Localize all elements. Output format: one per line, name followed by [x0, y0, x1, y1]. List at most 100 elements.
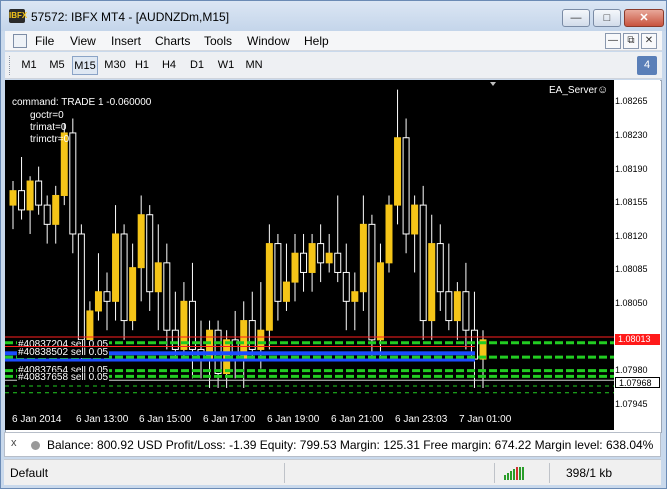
candle-body	[137, 214, 145, 269]
candle-body	[453, 291, 461, 322]
candle-body	[411, 204, 419, 235]
timeframe-mn[interactable]: MN	[242, 56, 266, 75]
timeframe-m5[interactable]: M5	[45, 56, 69, 75]
candle-body	[342, 271, 350, 302]
status-divider	[549, 463, 550, 483]
time-tick-label: 6 Jan 13:00	[76, 414, 129, 425]
maximize-button[interactable]: □	[593, 9, 621, 27]
status-bar: Default 398/1 kb	[4, 459, 661, 485]
notification-badge[interactable]: 4	[637, 56, 657, 75]
account-status-icon	[31, 441, 40, 450]
menu-view[interactable]: View	[70, 34, 96, 48]
candle-body	[18, 190, 26, 211]
candle-body	[163, 262, 171, 331]
candle-body	[334, 252, 342, 273]
menu-window[interactable]: Window	[247, 34, 290, 48]
chart-shift-marker	[490, 82, 496, 86]
price-tick-label: 1.08190	[615, 164, 648, 174]
menu-bar: File View Insert Charts Tools Window Hel…	[5, 31, 662, 51]
price-tick-label: 1.07980	[615, 365, 648, 375]
menu-tools[interactable]: Tools	[204, 34, 232, 48]
mdi-restore-button[interactable]: ⧉	[623, 33, 639, 49]
app-logo-icon: IBFX	[9, 9, 27, 23]
candle-body	[9, 190, 17, 206]
timeframe-toolbar: M1 M5 M15 M30 H1 H4 D1 W1 MN 4	[5, 52, 662, 79]
close-button[interactable]: ✕	[624, 9, 664, 27]
status-divider	[284, 463, 285, 483]
candle-body	[248, 320, 256, 350]
candle-body	[402, 137, 410, 235]
mdi-minimize-button[interactable]: —	[605, 33, 621, 49]
candle-body	[368, 223, 376, 341]
account-terminal-bar: x Balance: 800.92 USD Profit/Loss: -1.39…	[4, 432, 661, 457]
timeframe-d1[interactable]: D1	[186, 56, 208, 75]
ea-comment-line: command: TRADE 1 -0.060000	[12, 97, 152, 108]
candle-body	[325, 252, 333, 264]
menu-charts[interactable]: Charts	[155, 34, 190, 48]
candle-body	[43, 204, 51, 225]
minimize-button[interactable]: —	[562, 9, 590, 27]
chart-window-icon[interactable]	[13, 34, 27, 48]
candle-body	[120, 233, 128, 322]
price-tick-label: 1.08050	[615, 298, 648, 308]
time-tick-label: 6 Jan 17:00	[203, 414, 256, 425]
candle-body	[146, 214, 154, 293]
price-tick-label: 1.08120	[615, 231, 648, 241]
candlestick-chart[interactable]	[5, 80, 614, 412]
order-line-label[interactable]: #40837658 sell 0.05	[17, 372, 110, 383]
order-line-label[interactable]: #40838502 sell 0.05	[17, 347, 110, 358]
timeframe-w1[interactable]: W1	[214, 56, 238, 75]
toolbar-grip[interactable]	[9, 56, 12, 75]
candle-body	[445, 291, 453, 322]
candle-body	[86, 310, 94, 341]
price-tick-label: 1.08230	[615, 130, 648, 140]
menu-insert[interactable]: Insert	[111, 34, 141, 48]
candle-body	[462, 291, 470, 331]
candle-body	[274, 243, 282, 302]
order-line-label[interactable]: #40837204 sell 0.05	[17, 340, 110, 346]
time-tick-label: 6 Jan 2014	[12, 414, 62, 425]
menu-file[interactable]: File	[35, 34, 54, 48]
menu-help[interactable]: Help	[304, 34, 329, 48]
candle-body	[94, 291, 102, 312]
time-tick-label: 6 Jan 19:00	[267, 414, 320, 425]
candle-body	[35, 180, 43, 206]
candle-body	[351, 291, 359, 302]
timeframe-h4[interactable]: H4	[158, 56, 180, 75]
price-tick-label: 1.08155	[615, 197, 648, 207]
candle-body	[359, 223, 367, 293]
current-price-tag: 1.08013	[615, 334, 660, 345]
time-tick-label: 6 Jan 23:03	[395, 414, 448, 425]
status-divider	[494, 463, 495, 483]
price-tick-label: 1.07945	[615, 399, 648, 409]
timeframe-m15[interactable]: M15	[72, 56, 98, 75]
traffic-counter: 398/1 kb	[566, 466, 613, 480]
price-chart[interactable]	[5, 80, 614, 412]
price-tick-label: 1.08085	[615, 264, 648, 274]
expert-advisor-label[interactable]: EA_Server	[549, 85, 597, 96]
candle-body	[428, 243, 436, 322]
close-terminal-icon[interactable]: x	[11, 437, 17, 449]
candle-body	[376, 262, 384, 341]
candle-body	[291, 252, 299, 283]
time-tick-label: 6 Jan 21:00	[331, 414, 384, 425]
ask-price-tag: 1.07968	[615, 377, 660, 388]
candle-body	[154, 262, 162, 293]
candle-body	[26, 180, 34, 211]
mdi-close-button[interactable]: ✕	[641, 33, 657, 49]
connection-bars-icon	[504, 466, 530, 480]
timeframe-m30[interactable]: M30	[101, 56, 129, 75]
profile-name[interactable]: Default	[10, 466, 48, 480]
candle-body	[69, 132, 77, 235]
candle-body	[129, 267, 137, 322]
candle-body	[103, 291, 111, 302]
ea-comment-line: trimctr=0	[30, 134, 70, 145]
account-summary: Balance: 800.92 USD Profit/Loss: -1.39 E…	[47, 438, 654, 452]
title-bar[interactable]: IBFX 57572: IBFX MT4 - [AUDNZDm,M15] — □…	[1, 1, 666, 31]
smiley-icon: ☺	[597, 84, 609, 96]
candle-body	[436, 243, 444, 293]
timeframe-h1[interactable]: H1	[131, 56, 153, 75]
timeframe-m1[interactable]: M1	[17, 56, 41, 75]
candle-body	[112, 233, 120, 302]
time-tick-label: 6 Jan 15:00	[139, 414, 192, 425]
